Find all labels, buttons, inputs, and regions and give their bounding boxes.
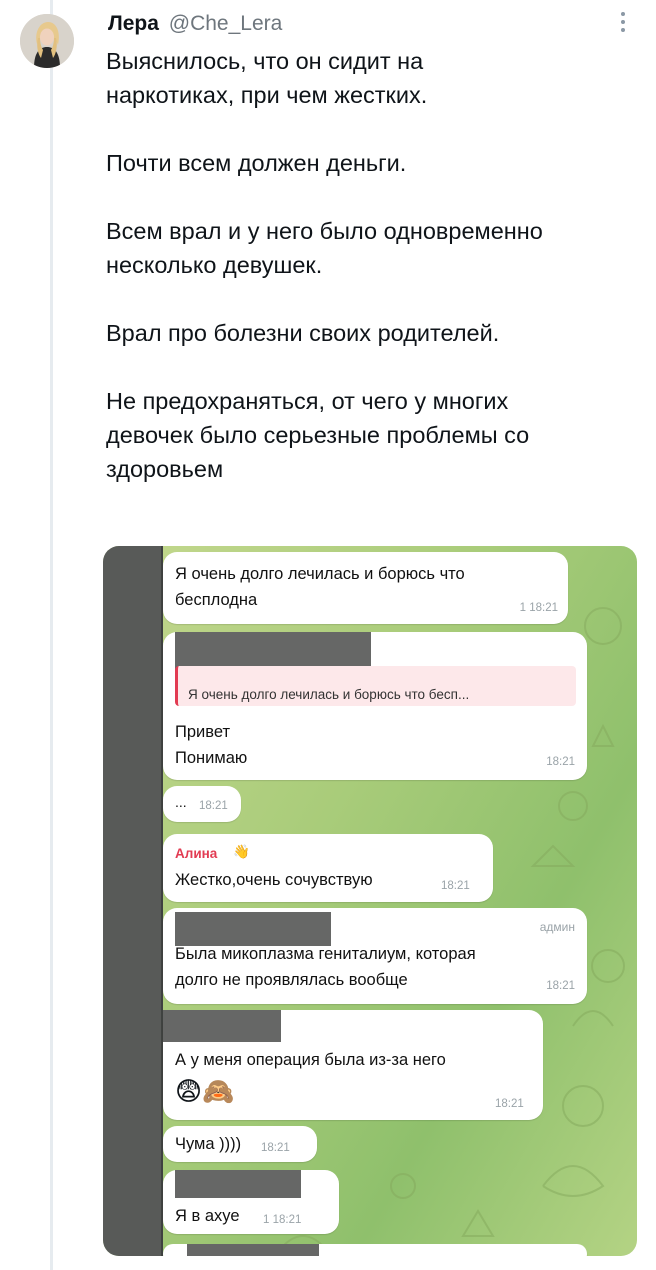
message-text: Я в ахуе xyxy=(175,1207,240,1225)
tweet-header: Лера @Che_Lera xyxy=(108,10,282,38)
message-text: ... xyxy=(175,794,187,810)
message-bubble[interactable]: админ Была микоплазма гениталиум, котора… xyxy=(163,908,587,1004)
message-text: А у меня операция была из-за него xyxy=(175,1051,446,1069)
message-time: 18:21 xyxy=(261,1142,290,1154)
message-text: Была микоплазма гениталиум, которая xyxy=(175,945,476,963)
reply-quote-text: Я очень долго лечилась и борюсь что бесп… xyxy=(188,687,470,702)
message-bubble[interactable]: ... 18:21 xyxy=(163,786,241,822)
message-text: бесплодна xyxy=(175,591,258,609)
message-time: 18:21 xyxy=(546,756,575,768)
message-time: 18:21 xyxy=(199,800,228,812)
thread-line xyxy=(50,0,53,1270)
message-bubble-partial[interactable] xyxy=(163,1244,587,1256)
message-bubble[interactable]: Я в ахуе 1 18:21 xyxy=(163,1170,339,1234)
message-bubble[interactable]: Я очень долго лечилась и борюсь что бесп… xyxy=(163,552,568,624)
author-handle[interactable]: @Che_Lera xyxy=(169,12,283,35)
message-time: 18:21 xyxy=(495,1098,524,1110)
left-sidebar-strip xyxy=(103,546,161,1256)
message-time: 18:21 xyxy=(441,880,470,892)
message-bubble[interactable]: Я очень долго лечилась и борюсь что бесп… xyxy=(163,632,587,780)
message-text: Жестко,очень сочувствую xyxy=(175,871,373,889)
reply-quote[interactable]: Я очень долго лечилась и борюсь что бесп… xyxy=(175,666,576,706)
message-text: Понимаю xyxy=(175,749,248,767)
message-text: Привет xyxy=(175,723,231,741)
message-meta: 1 18:21 xyxy=(519,602,558,614)
redacted-name xyxy=(175,912,331,946)
admin-label: админ xyxy=(539,920,575,934)
redacted-name xyxy=(187,1244,319,1256)
tweet-media-screenshot[interactable]: Я очень долго лечилась и борюсь что бесп… xyxy=(103,546,637,1256)
emoji-reaction: 😨🙈 xyxy=(175,1076,235,1106)
message-text: Я очень долго лечилась и борюсь что xyxy=(175,565,465,583)
tweet-text: Выяснилось, что он сидит на наркотиках, … xyxy=(106,48,543,482)
message-time: 18:21 xyxy=(546,980,575,992)
message-bubble[interactable]: Алина 👋 Жестко,очень сочувствую 18:21 xyxy=(163,834,493,902)
message-text: долго не проявлялась вообще xyxy=(175,971,408,989)
author-avatar[interactable] xyxy=(20,14,74,68)
message-meta: 1 18:21 xyxy=(263,1214,302,1226)
wave-emoji: 👋 xyxy=(233,844,250,859)
more-options-icon[interactable] xyxy=(618,8,628,38)
redacted-name xyxy=(163,1010,281,1042)
sender-name[interactable]: Алина xyxy=(175,846,217,861)
message-bubble[interactable]: А у меня операция была из-за него 😨🙈 18:… xyxy=(163,1010,543,1120)
redacted-name xyxy=(175,1170,301,1198)
author-name[interactable]: Лера xyxy=(108,12,159,35)
message-text: Чума )))) xyxy=(175,1135,242,1153)
message-bubble[interactable]: Чума )))) 18:21 xyxy=(163,1126,317,1162)
